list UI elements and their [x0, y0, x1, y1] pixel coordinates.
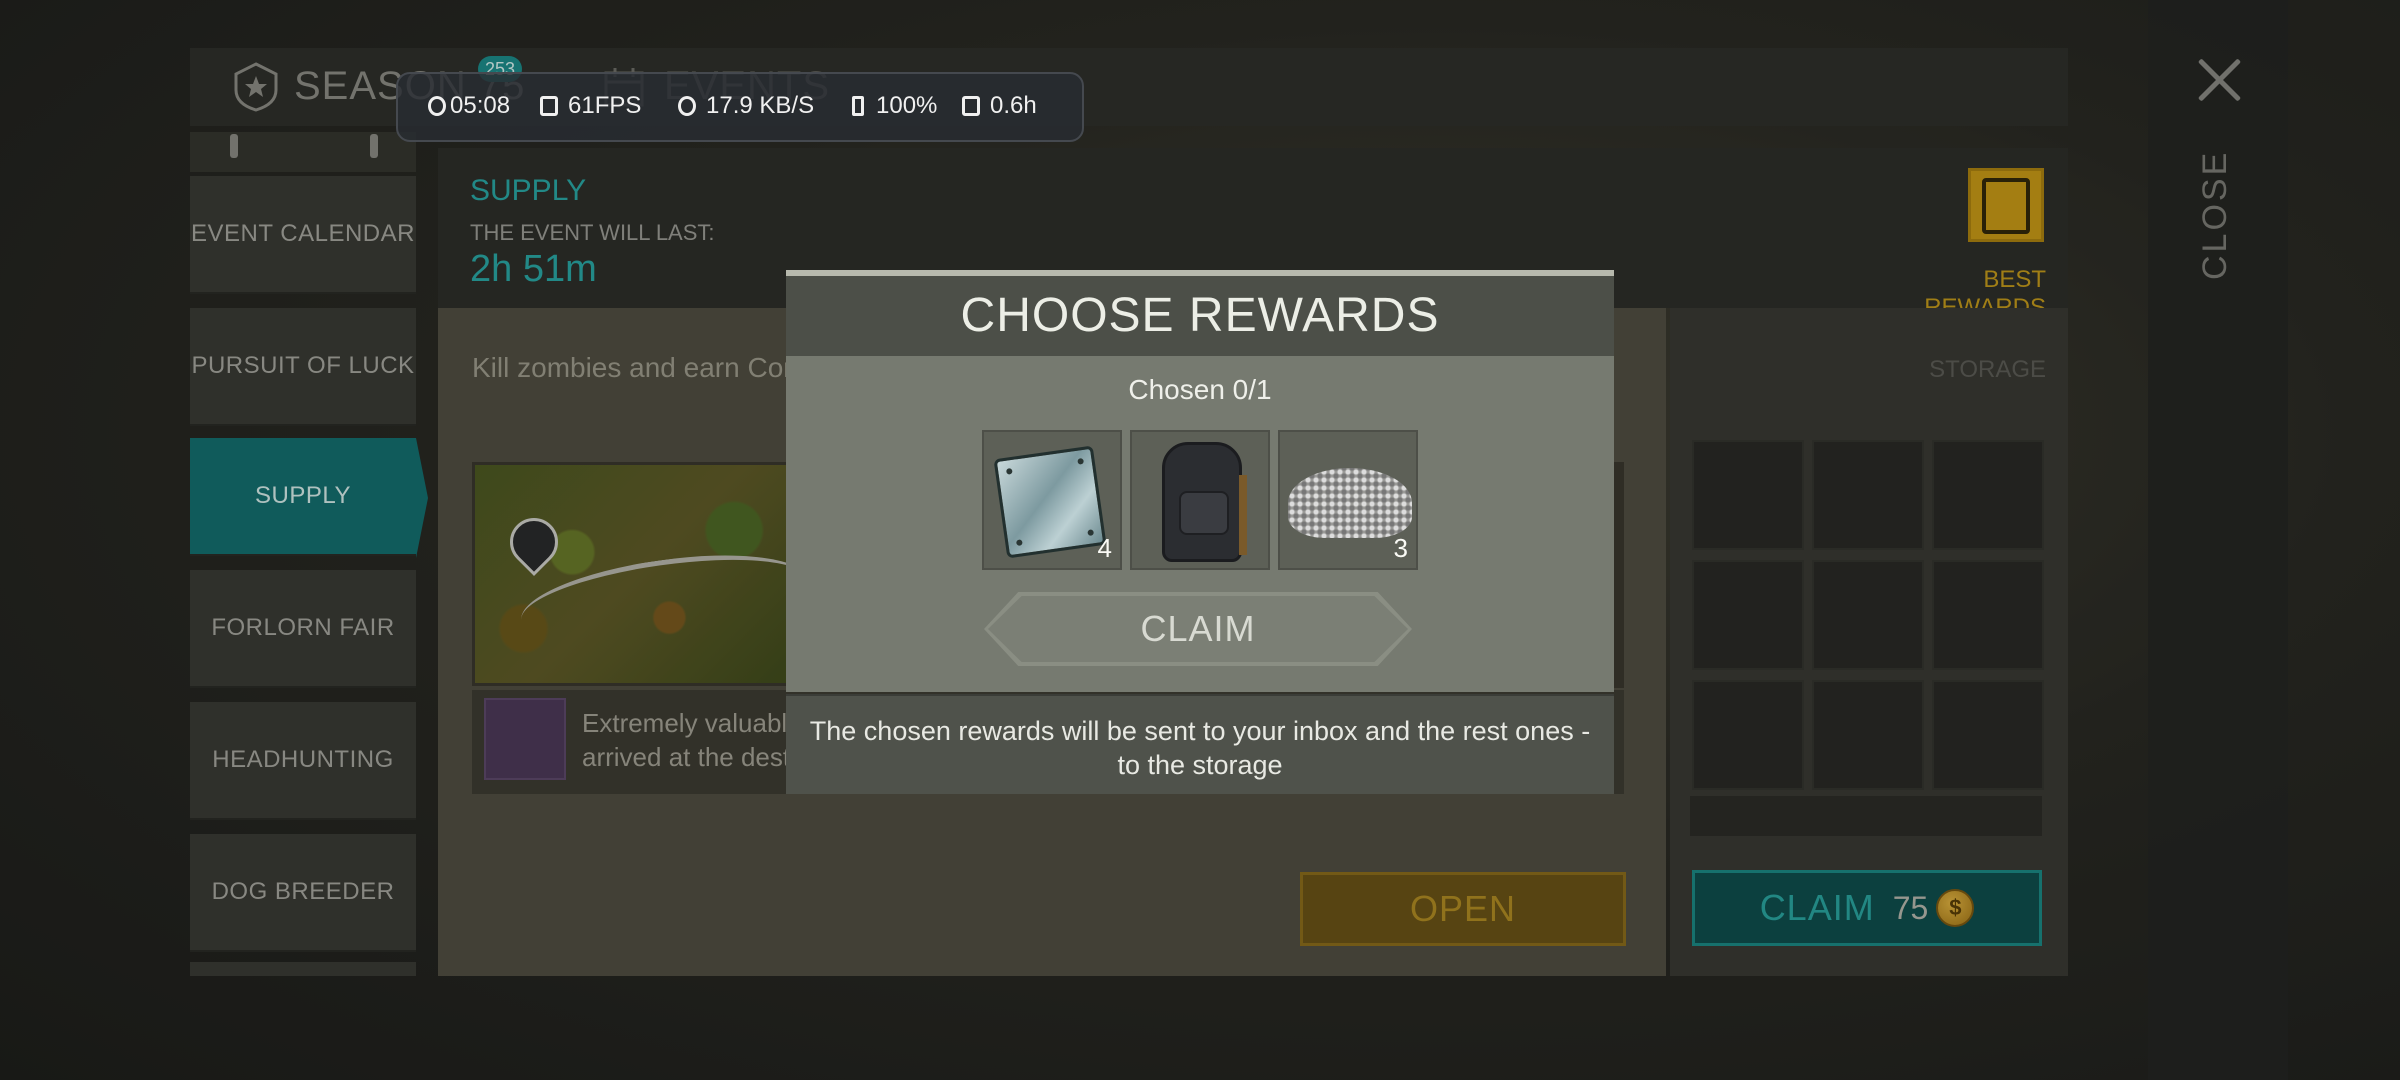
clipboard-icon — [1982, 178, 2030, 234]
storage-claim-label: CLAIM — [1759, 887, 1875, 928]
sidebar-item-supply[interactable]: SUPPLY — [190, 438, 416, 556]
storage-slot — [1812, 440, 1924, 550]
season-shield-icon — [234, 62, 278, 112]
globe-icon — [678, 96, 696, 116]
storage-slot — [1932, 560, 2044, 670]
perf-time: 05:08 — [450, 92, 511, 119]
storage-claim-button[interactable]: CLAIM 75 $ — [1692, 870, 2042, 946]
storage-slot — [1812, 560, 1924, 670]
sidebar-scroll-top — [190, 132, 416, 172]
convoy-info-line2: arrived at the dest — [582, 742, 791, 772]
sidebar-item-event-calendar[interactable]: EVENT CALENDAR — [190, 176, 416, 294]
sidebar-item-headhunting[interactable]: HEADHUNTING — [190, 702, 416, 820]
perf-battery: 100% — [876, 92, 938, 119]
modal-footer-text: The chosen rewards will be sent to your … — [809, 716, 1591, 780]
storage-slot — [1932, 680, 2044, 790]
sidebar-item-pursuit-of-luck[interactable]: PURSUIT OF LUCK — [190, 308, 416, 426]
chosen-value: 0/1 — [1232, 374, 1272, 405]
fps-icon — [540, 96, 558, 116]
storage-progress-bar — [1690, 796, 2042, 836]
event-title: SUPPLY — [470, 174, 587, 207]
reward-option-scrap[interactable]: 3 — [1278, 430, 1418, 570]
sidebar-knob — [230, 134, 238, 158]
perf-duration: 0.6h — [990, 92, 1037, 119]
modal-claim-label: CLAIM — [1140, 608, 1256, 649]
metal-plate-icon — [993, 445, 1107, 559]
storage-slot — [1932, 440, 2044, 550]
storage-label: STORAGE — [1929, 356, 2046, 383]
reward-option-backpack[interactable] — [1130, 430, 1270, 570]
storage-slot — [1812, 680, 1924, 790]
perf-network: 17.9 KB/S — [706, 92, 815, 119]
reward-option-metal-plate[interactable]: 4 — [982, 430, 1122, 570]
reward-count: 4 — [1097, 533, 1112, 563]
convoy-info-text: Extremely valuable arrived at the dest — [582, 706, 802, 774]
storage-slot — [1692, 560, 1804, 670]
chosen-counter: Chosen 0/1 — [786, 374, 1614, 406]
sidebar-item-forlorn-fair[interactable]: FORLORN FAIR — [190, 570, 416, 688]
modal-claim-button[interactable]: CLAIM — [984, 592, 1412, 666]
scrap-pile-icon — [1288, 468, 1412, 538]
reward-count: 3 — [1393, 533, 1408, 563]
event-duration-label: THE EVENT WILL LAST: — [470, 220, 715, 245]
battery-icon — [852, 96, 864, 116]
sidebar-knob — [370, 134, 378, 158]
sidebar-active-arrow — [416, 438, 428, 558]
timer-icon — [962, 96, 980, 116]
backpack-thumb-icon — [484, 698, 566, 780]
storage-slot — [1692, 440, 1804, 550]
storage-slot — [1692, 680, 1804, 790]
clock-icon — [428, 96, 446, 116]
convoy-info-line1: Extremely valuable — [582, 708, 802, 738]
sidebar-tail — [190, 962, 416, 976]
modal-title: CHOOSE REWARDS — [960, 289, 1440, 342]
perf-fps: 61FPS — [568, 92, 642, 119]
storage-claim-cost: 75 — [1892, 889, 1929, 926]
sidebar-item-dog-breeder[interactable]: DOG BREEDER — [190, 834, 416, 952]
event-description: Kill zombies and earn Cont — [472, 352, 807, 383]
backpack-icon — [1162, 442, 1247, 562]
open-button[interactable]: OPEN — [1300, 872, 1626, 946]
event-time-left: 2h 51m — [470, 248, 597, 290]
close-icon[interactable] — [2190, 50, 2250, 110]
coin-icon: $ — [1936, 889, 1975, 927]
close-label[interactable]: CLOSE — [2190, 150, 2240, 280]
chosen-label: Chosen — [1128, 374, 1225, 405]
